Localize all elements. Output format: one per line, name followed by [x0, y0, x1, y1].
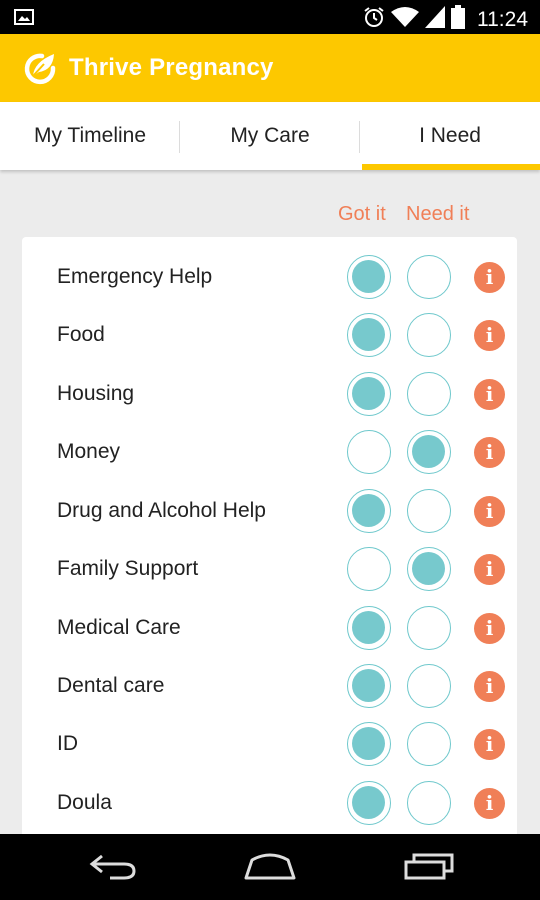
list-item: Emergency Help i	[22, 249, 517, 307]
radio-dot	[352, 669, 385, 702]
tab-my-timeline[interactable]: My Timeline	[0, 102, 180, 170]
need-it-radio[interactable]	[407, 722, 451, 766]
info-icon[interactable]: i	[474, 788, 505, 819]
radio-dot	[352, 260, 385, 293]
radio-dot	[352, 786, 385, 819]
got-it-radio[interactable]	[347, 606, 391, 650]
item-label: Family Support	[57, 557, 199, 580]
item-label: ID	[57, 732, 78, 755]
need-it-radio[interactable]	[407, 255, 451, 299]
radio-dot	[412, 552, 445, 585]
leaf-icon	[20, 50, 58, 91]
got-it-header: Got it	[338, 203, 386, 225]
list-item: Medical Care i	[22, 600, 517, 658]
recents-icon[interactable]	[402, 850, 456, 882]
got-it-radio[interactable]	[347, 781, 391, 825]
info-icon[interactable]: i	[474, 496, 505, 527]
item-label: Money	[57, 440, 121, 463]
item-label: Dental care	[57, 674, 165, 697]
need-it-radio[interactable]	[407, 313, 451, 357]
radio-dot	[412, 435, 445, 468]
got-it-radio[interactable]	[347, 489, 391, 533]
column-headers: Got it Need it	[0, 203, 540, 231]
tab-label: My Care	[230, 124, 310, 147]
tab-bar: My Timeline My Care I Need	[0, 102, 540, 170]
info-icon[interactable]: i	[474, 379, 505, 410]
needs-list-card: Emergency Help i Food i Housing i Money …	[22, 237, 517, 837]
item-label: Doula	[57, 791, 112, 814]
tab-label: I Need	[419, 124, 481, 147]
wifi-icon	[391, 6, 419, 33]
list-item: Housing i	[22, 366, 517, 424]
home-icon[interactable]	[242, 852, 298, 882]
info-icon[interactable]: i	[474, 613, 505, 644]
got-it-radio[interactable]	[347, 313, 391, 357]
list-item: ID i	[22, 716, 517, 774]
radio-dot	[352, 494, 385, 527]
radio-dot	[352, 611, 385, 644]
signal-icon	[425, 6, 445, 33]
need-it-radio[interactable]	[407, 606, 451, 650]
info-icon[interactable]: i	[474, 320, 505, 351]
got-it-radio[interactable]	[347, 722, 391, 766]
navigation-bar	[0, 834, 540, 900]
item-label: Drug and Alcohol Help	[57, 499, 266, 522]
need-it-radio[interactable]	[407, 781, 451, 825]
got-it-radio[interactable]	[347, 372, 391, 416]
status-time: 11:24	[477, 7, 528, 31]
list-item: Money i	[22, 424, 517, 482]
item-label: Medical Care	[57, 616, 181, 639]
status-bar: 11:24	[0, 0, 540, 34]
need-it-radio[interactable]	[407, 489, 451, 533]
info-icon[interactable]: i	[474, 729, 505, 760]
info-icon[interactable]: i	[474, 262, 505, 293]
item-label: Food	[57, 323, 105, 346]
info-icon[interactable]: i	[474, 437, 505, 468]
need-it-radio[interactable]	[407, 430, 451, 474]
alarm-icon	[363, 6, 385, 33]
list-item: Doula i	[22, 775, 517, 833]
tab-my-care[interactable]: My Care	[180, 102, 360, 170]
app-title: Thrive Pregnancy	[69, 54, 274, 81]
list-item: Food i	[22, 307, 517, 365]
need-it-radio[interactable]	[407, 664, 451, 708]
tab-i-need[interactable]: I Need	[360, 102, 540, 170]
need-it-radio[interactable]	[407, 372, 451, 416]
radio-dot	[352, 318, 385, 351]
app-bar: Thrive Pregnancy	[0, 34, 540, 102]
info-icon[interactable]: i	[474, 671, 505, 702]
got-it-radio[interactable]	[347, 255, 391, 299]
battery-icon	[451, 5, 465, 34]
got-it-radio[interactable]	[347, 547, 391, 591]
list-item: Dental care i	[22, 658, 517, 716]
radio-dot	[352, 727, 385, 760]
info-icon[interactable]: i	[474, 554, 505, 585]
radio-dot	[352, 377, 385, 410]
active-tab-indicator	[362, 164, 540, 170]
need-it-header: Need it	[406, 203, 470, 225]
need-it-radio[interactable]	[407, 547, 451, 591]
got-it-radio[interactable]	[347, 664, 391, 708]
back-icon[interactable]	[88, 852, 138, 882]
got-it-radio[interactable]	[347, 430, 391, 474]
list-item: Drug and Alcohol Help i	[22, 483, 517, 541]
image-icon	[14, 9, 34, 30]
item-label: Housing	[57, 382, 135, 405]
tab-label: My Timeline	[33, 124, 147, 147]
list-item: Family Support i	[22, 541, 517, 599]
item-label: Emergency Help	[57, 265, 213, 288]
